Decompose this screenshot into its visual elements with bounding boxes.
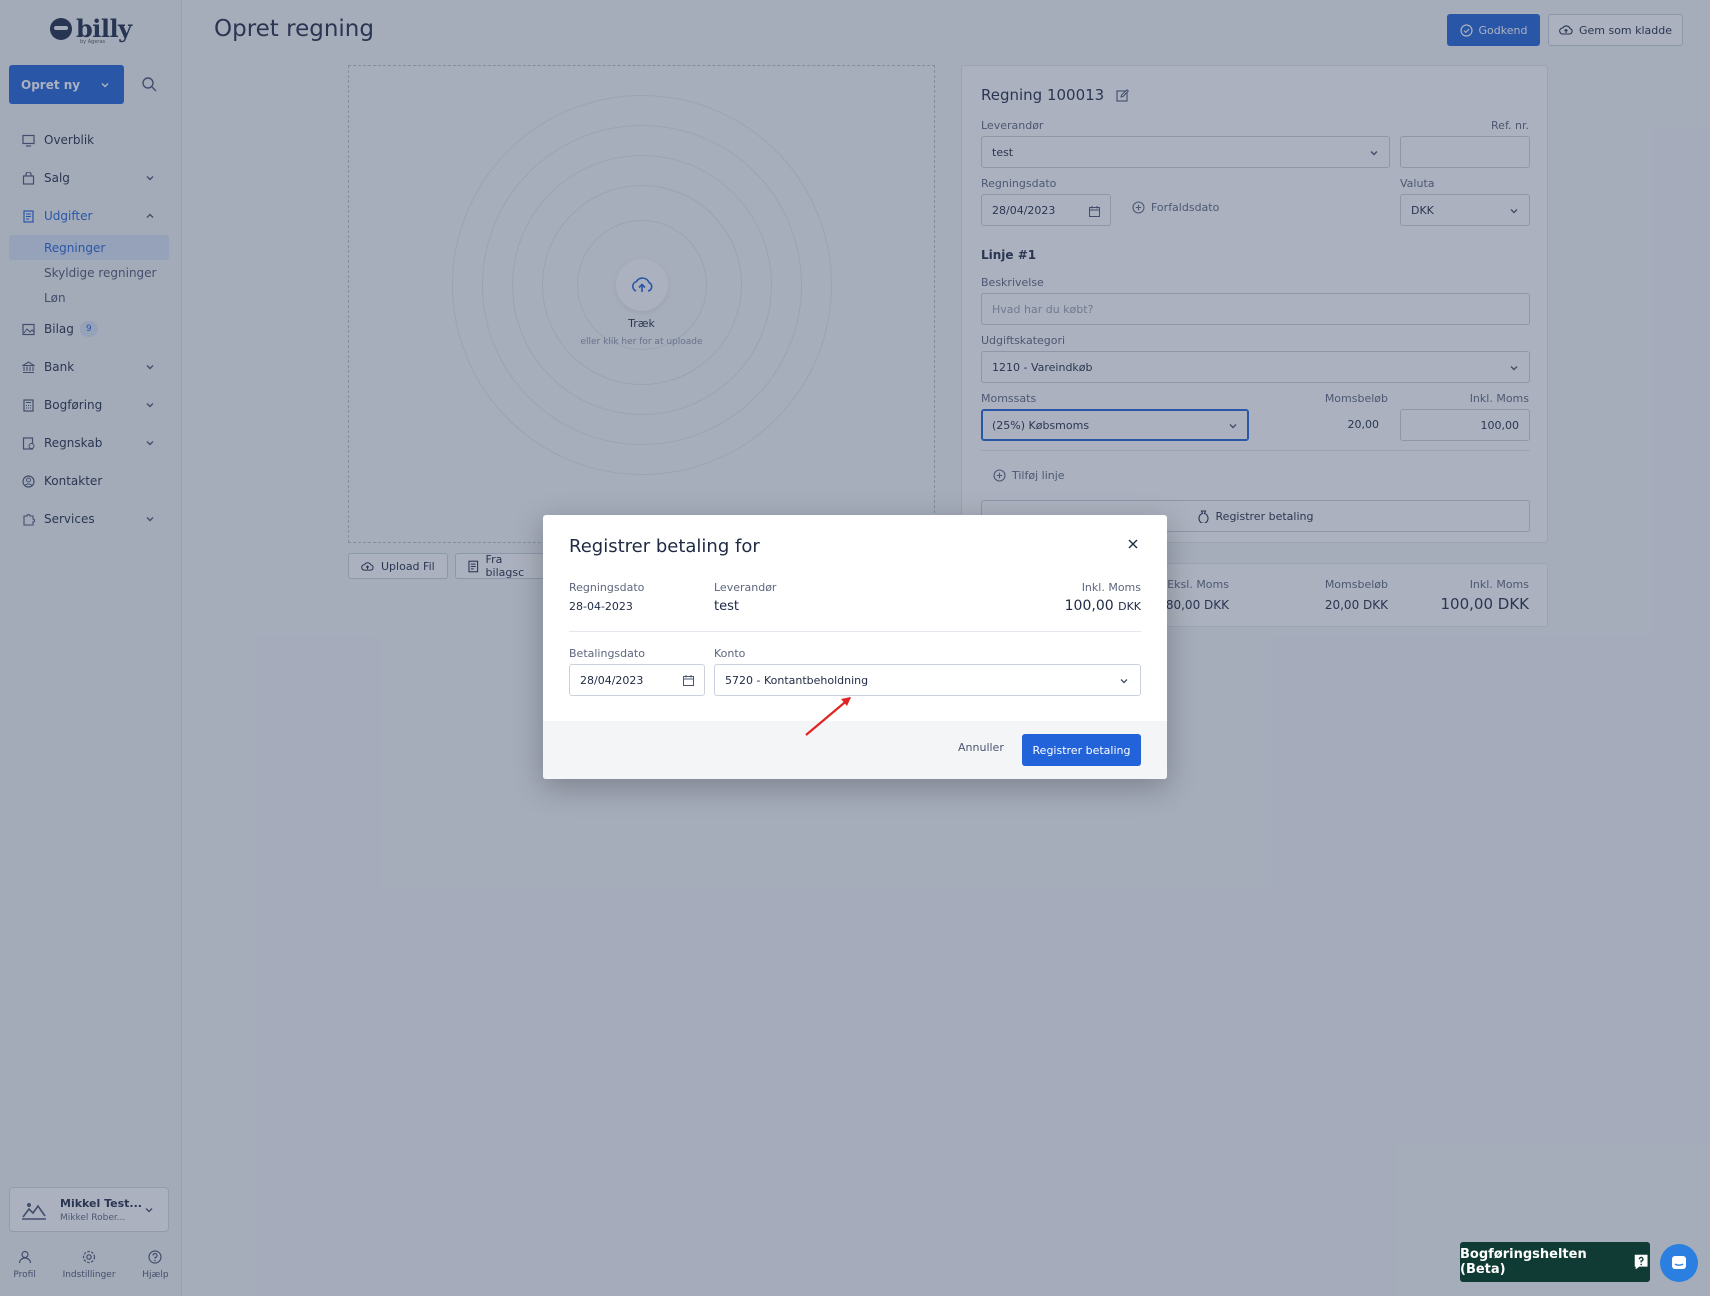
cancel-button[interactable]: Annuller	[958, 741, 1004, 754]
payment-date-input[interactable]: 28/04/2023	[569, 664, 705, 696]
modal-incl-vat-label: Inkl. Moms	[1081, 581, 1141, 594]
annotation-arrow-icon	[805, 697, 851, 736]
modal-incl-vat-amount: 100,00 DKK	[1065, 598, 1141, 614]
modal-bill-date-value: 28-04-2023	[569, 600, 633, 613]
chat-bubble-icon	[1634, 1254, 1648, 1270]
modal-divider	[569, 631, 1141, 632]
chat-icon	[1672, 1256, 1686, 1269]
modal-supplier-label: Leverandør	[714, 581, 777, 594]
account-value: 5720 - Kontantbeholdning	[725, 673, 869, 687]
modal-title: Registrer betaling for	[569, 536, 760, 557]
calendar-icon	[683, 675, 694, 686]
confirm-register-payment-button[interactable]: Registrer betaling	[1022, 734, 1141, 766]
bookkeeping-helper-button[interactable]: Bogføringshelten (Beta)	[1460, 1242, 1650, 1282]
modal-incl-amount-value: 100,00	[1064, 598, 1114, 614]
chat-launcher-button[interactable]	[1660, 1244, 1698, 1282]
payment-date-label: Betalingsdato	[569, 647, 645, 660]
modal-bill-date-label: Regningsdato	[569, 581, 645, 594]
close-icon[interactable]	[1126, 537, 1140, 551]
account-select[interactable]: 5720 - Kontantbeholdning	[714, 664, 1141, 696]
modal-incl-currency: DKK	[1118, 600, 1141, 613]
modal-supplier-value: test	[714, 599, 739, 614]
bookkeeping-helper-label: Bogføringshelten (Beta)	[1460, 1247, 1587, 1277]
chevron-down-icon	[1120, 679, 1128, 684]
account-label: Konto	[714, 647, 746, 660]
payment-date-value: 28/04/2023	[580, 673, 644, 687]
